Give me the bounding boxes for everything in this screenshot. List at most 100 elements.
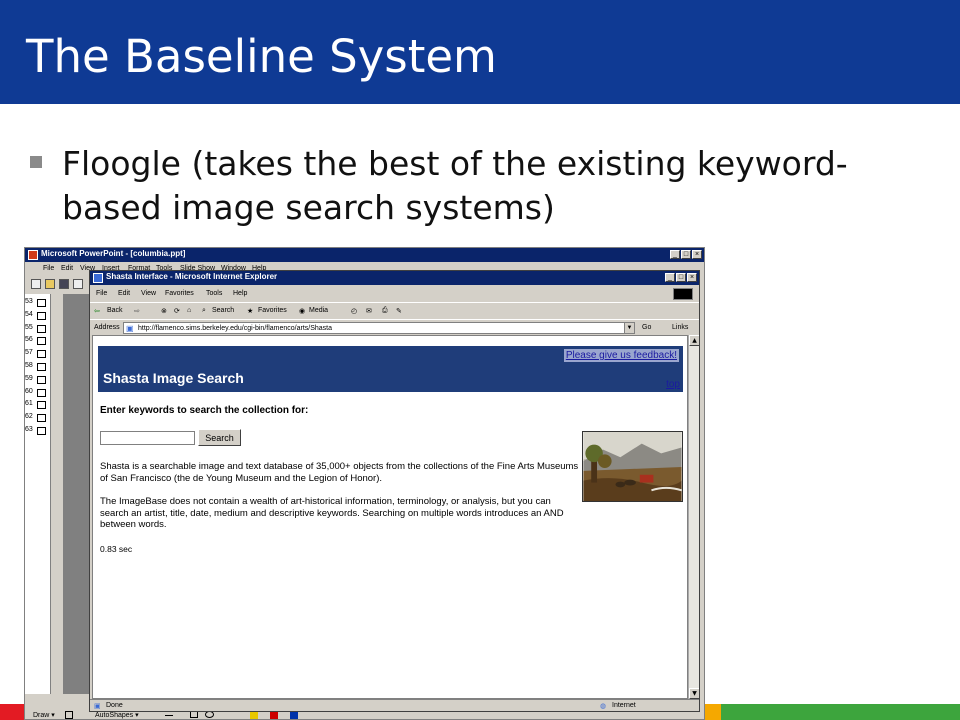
print-icon[interactable] [73, 279, 83, 289]
search-button[interactable]: Search [212, 307, 234, 314]
save-disk-icon[interactable] [59, 279, 69, 289]
slide-thumbnail-icon[interactable] [37, 311, 46, 320]
search-icon[interactable]: ⌕ [202, 307, 206, 315]
ie-menu-edit[interactable]: Edit [118, 290, 130, 297]
address-input[interactable]: ▣ http://flamenco.sims.berkeley.edu/cgi-… [123, 322, 635, 334]
new-file-icon[interactable] [31, 279, 41, 289]
back-arrow-icon[interactable]: ⇦ [94, 307, 100, 315]
scroll-up-arrow-icon[interactable]: ▲ [689, 335, 699, 346]
slide-thumbnail-icon[interactable] [37, 388, 46, 397]
menu-file[interactable]: File [43, 265, 54, 272]
draw-menu-button[interactable]: Draw ▾ [33, 711, 55, 719]
slide-number: 57 [25, 349, 33, 357]
slide-thumbnail-icon[interactable] [37, 401, 46, 410]
go-button[interactable]: Go [642, 324, 651, 331]
slide-thumbnail-icon[interactable] [37, 427, 46, 435]
back-button[interactable]: Back [107, 307, 123, 314]
powerpoint-window-controls: _ □ × [670, 250, 702, 259]
slide-pane-background [63, 294, 91, 694]
web-page: Please give us feedback! Shasta Image Se… [92, 335, 688, 699]
slide-title-bar: The Baseline System [0, 0, 960, 104]
favorites-button[interactable]: Favorites [258, 307, 287, 314]
ie-close-button[interactable]: × [687, 273, 697, 282]
links-button[interactable]: Links [672, 324, 688, 331]
outline-scrollbar[interactable] [51, 294, 63, 694]
slide-number: 58 [25, 362, 33, 369]
powerpoint-app-icon [28, 250, 38, 260]
slide-number: 54 [25, 310, 33, 318]
edit-icon[interactable]: ✎ [396, 307, 402, 315]
ie-menu-favorites[interactable]: Favorites [165, 290, 194, 297]
ie-menu-help[interactable]: Help [233, 290, 247, 297]
slide-thumbnail-icon[interactable] [37, 337, 46, 346]
page-title: Shasta Image Search [103, 370, 244, 386]
stop-icon[interactable]: ⊗ [161, 307, 167, 315]
address-dropdown-icon[interactable]: ▼ [624, 323, 634, 333]
page-icon: ▣ [126, 324, 134, 333]
powerpoint-title-bar: Microsoft PowerPoint - [columbia.ppt] _ … [25, 248, 704, 262]
menu-edit[interactable]: Edit [61, 265, 73, 272]
oval-tool-icon[interactable] [205, 711, 214, 718]
history-icon[interactable]: ◴ [351, 307, 357, 315]
scroll-down-arrow-icon[interactable]: ▼ [689, 688, 699, 699]
zone-text: Internet [612, 702, 636, 709]
ie-menu-file[interactable]: File [96, 290, 107, 297]
powerpoint-toolbar [25, 275, 95, 293]
slide-number: 53 [25, 298, 33, 305]
slide-title: The Baseline System [26, 30, 497, 83]
open-folder-icon[interactable] [45, 279, 55, 289]
query-time: 0.83 sec [100, 544, 133, 554]
slide-number: 63 [25, 426, 33, 433]
horizontal-scrollbar[interactable] [25, 695, 93, 707]
fill-color-icon[interactable] [250, 711, 258, 719]
forward-arrow-icon[interactable]: ⇨ [134, 307, 140, 315]
done-page-icon: ▣ [94, 703, 101, 710]
keyword-search-input[interactable] [100, 431, 195, 445]
slide-thumbnail-icon[interactable] [37, 363, 46, 371]
bullet-text: Floogle (takes the best of the existing … [62, 144, 848, 227]
line-color-icon[interactable] [270, 711, 278, 719]
mail-icon[interactable]: ✉ [366, 307, 372, 315]
top-link[interactable]: top [666, 379, 680, 390]
ie-maximize-button[interactable]: □ [676, 273, 686, 282]
slide-number: 55 [25, 323, 33, 331]
description-paragraph: Shasta is a searchable image and text da… [100, 461, 579, 484]
search-submit-button[interactable]: Search [198, 429, 241, 446]
ie-menu-view[interactable]: View [141, 290, 156, 297]
pointer-tool-icon[interactable] [65, 711, 73, 719]
bullet-marker [30, 156, 42, 168]
home-icon[interactable]: ⌂ [187, 307, 191, 314]
imagebase-paragraph: The ImageBase does not contain a wealth … [100, 496, 564, 530]
landscape-painting-image [582, 431, 683, 502]
maximize-button[interactable]: □ [681, 250, 691, 259]
favorites-star-icon[interactable]: ★ [247, 307, 253, 315]
feedback-link[interactable]: Please give us feedback! [563, 349, 679, 362]
refresh-icon[interactable]: ⟳ [174, 307, 180, 315]
ie-menubar: File Edit View Favorites Tools Help [90, 286, 699, 301]
ie-status-bar: ▣ Done ◍ Internet [90, 699, 699, 711]
powerpoint-title: Microsoft PowerPoint - [columbia.ppt] [41, 249, 186, 258]
ie-window-controls: _ □ × [665, 273, 697, 282]
line-tool-icon[interactable] [165, 715, 173, 716]
slide-thumbnail-icon[interactable] [37, 299, 46, 307]
ie-minimize-button[interactable]: _ [665, 273, 675, 282]
slide-number: 62 [25, 413, 33, 421]
print-icon[interactable]: ⎙ [382, 307, 388, 315]
autoshapes-menu-button[interactable]: AutoShapes ▾ [95, 711, 139, 719]
slide-thumbnail-icon[interactable] [37, 375, 46, 384]
slide-thumbnail-icon[interactable] [37, 350, 46, 359]
font-color-icon[interactable] [290, 711, 298, 719]
color-strip-orange [705, 704, 721, 720]
media-icon[interactable]: ◉ [299, 307, 305, 315]
slide-thumbnail-icon[interactable] [37, 414, 46, 423]
rectangle-tool-icon[interactable] [190, 711, 198, 718]
ie-menu-tools[interactable]: Tools [206, 290, 222, 297]
slide-number: 61 [25, 400, 33, 408]
ie-title: Shasta Interface - Microsoft Internet Ex… [106, 272, 278, 281]
minimize-button[interactable]: _ [670, 250, 680, 259]
page-scrollbar[interactable]: ▲ ▼ [688, 335, 699, 699]
slide-thumbnail-icon[interactable] [37, 324, 46, 333]
close-button[interactable]: × [692, 250, 702, 259]
color-strip-red [0, 704, 24, 720]
media-button[interactable]: Media [309, 307, 328, 314]
